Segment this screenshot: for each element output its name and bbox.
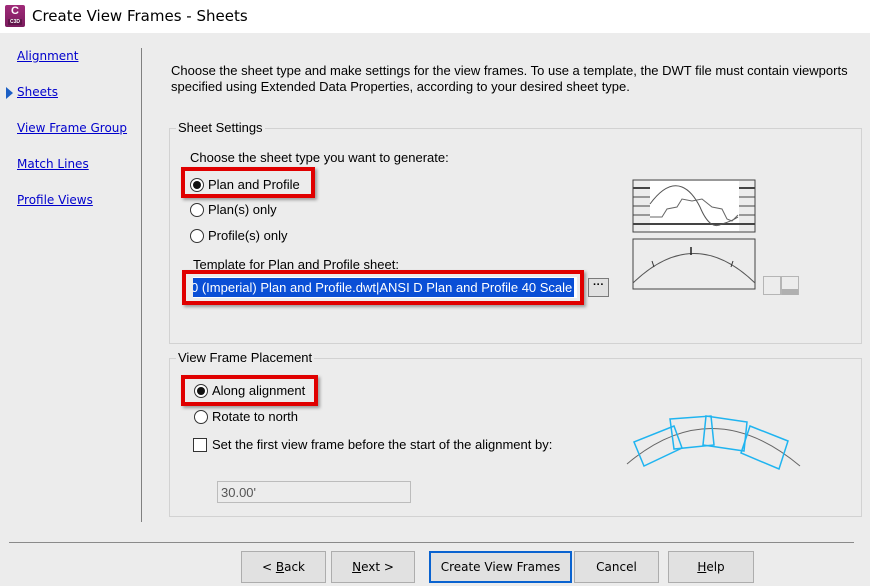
nav-item-sheets[interactable]: Sheets xyxy=(17,85,58,99)
placement-preview xyxy=(626,415,801,471)
nav-item-match-lines[interactable]: Match Lines xyxy=(17,157,89,171)
radio-plan-and-profile[interactable]: Plan and Profile xyxy=(190,177,300,192)
radio-plans-only[interactable]: Plan(s) only xyxy=(190,202,277,217)
template-field[interactable]: 0 (Imperial) Plan and Profile.dwt|ANSI D… xyxy=(193,277,577,298)
nav-item-view-frame-group[interactable]: View Frame Group xyxy=(17,121,127,135)
nav-item-alignment[interactable]: Alignment xyxy=(17,49,78,63)
next-button[interactable]: Next > xyxy=(331,551,415,583)
nav-divider xyxy=(141,48,142,522)
radio-button[interactable] xyxy=(190,228,204,243)
radio-button[interactable] xyxy=(190,177,204,192)
footer-divider xyxy=(9,542,854,543)
offset-checkbox[interactable] xyxy=(193,437,207,452)
view-frame xyxy=(702,415,748,452)
sheet-settings-label: Sheet Settings xyxy=(176,120,265,135)
offset-distance-input[interactable]: 30.00' xyxy=(217,481,411,503)
radio-rotate-to-north[interactable]: Rotate to north xyxy=(194,409,298,424)
window-title: Create View Frames - Sheets xyxy=(32,7,248,25)
radio-along-alignment[interactable]: Along alignment xyxy=(194,383,305,398)
help-button[interactable]: Help xyxy=(668,551,754,583)
cancel-button[interactable]: Cancel xyxy=(574,551,659,583)
current-page-arrow-icon xyxy=(6,87,13,99)
layout-toggle-icon[interactable] xyxy=(763,276,799,296)
title-bar: C C3D Create View Frames - Sheets xyxy=(0,0,870,33)
radio-button[interactable] xyxy=(194,409,208,424)
view-frame xyxy=(740,425,789,471)
view-frame-placement-label: View Frame Placement xyxy=(176,350,315,365)
sheet-preview xyxy=(632,179,756,290)
browse-template-button[interactable]: ··· xyxy=(588,278,609,297)
profile-frame xyxy=(632,238,756,290)
create-view-frames-button[interactable]: Create View Frames xyxy=(429,551,572,583)
template-value: 0 (Imperial) Plan and Profile.dwt|ANSI D… xyxy=(193,278,575,297)
radio-button[interactable] xyxy=(194,383,208,398)
nav-item-profile-views[interactable]: Profile Views xyxy=(17,193,93,207)
back-button[interactable]: < Back xyxy=(241,551,326,583)
intro-text: Choose the sheet type and make settings … xyxy=(171,63,848,94)
sheet-type-prompt: Choose the sheet type you want to genera… xyxy=(190,150,449,165)
civil3d-app-icon: C C3D xyxy=(5,5,25,27)
wizard-nav: Alignment Sheets View Frame Group Match … xyxy=(0,33,142,523)
view-frame xyxy=(633,425,683,468)
radio-button[interactable] xyxy=(190,202,204,217)
radio-profiles-only[interactable]: Profile(s) only xyxy=(190,228,287,243)
template-label: Template for Plan and Profile sheet: xyxy=(193,257,399,272)
offset-checkbox-row[interactable]: Set the first view frame before the star… xyxy=(193,437,552,452)
